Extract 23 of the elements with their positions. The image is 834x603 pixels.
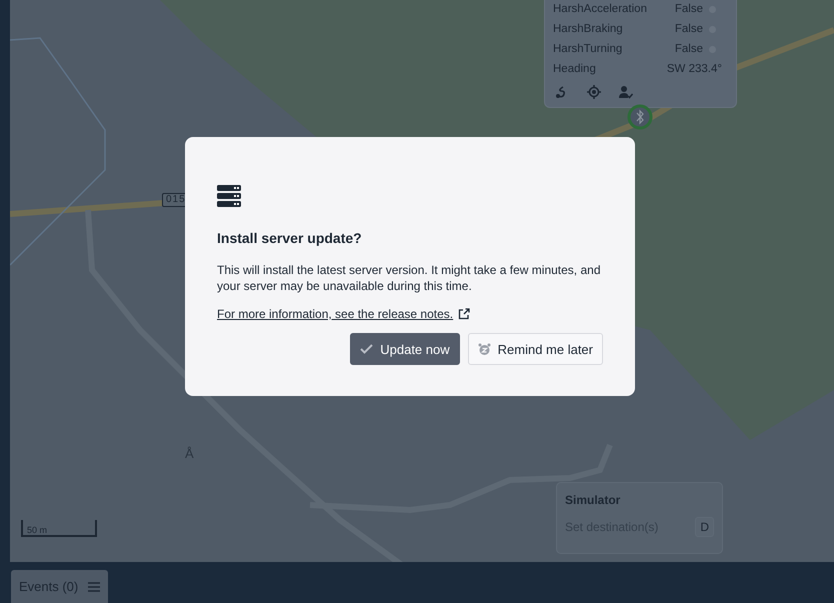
crosshair-icon[interactable] [587,85,601,99]
property-name: HarshBraking [553,23,624,35]
server-icon [217,185,241,207]
user-check-icon[interactable] [619,85,633,99]
property-name: HarshTurning [553,43,624,55]
menu-icon [88,582,100,592]
alarm-clock-icon [478,342,491,356]
update-now-button[interactable]: Update now [350,333,460,365]
dialog-message: This will install the latest server version. It might take a few minutes, and your server may be unavailable during this time. [217,262,602,294]
dialog-title: Install server update? [217,230,362,246]
vehicle-marker-icon[interactable] [627,104,653,130]
property-value: False [674,43,703,55]
panel-title: Simulator [565,493,620,507]
release-notes-link[interactable]: For more information, see the release notes. [217,307,454,321]
property-value: False [674,23,703,35]
property-value: SW 233.4° [666,63,722,75]
shortcut-key: D [695,517,714,537]
external-link-icon [458,308,470,320]
remind-later-button[interactable]: Remind me later [468,333,603,365]
property-value: False [674,3,703,15]
property-name: HarshAcceleration [553,3,648,15]
check-icon [360,344,374,354]
property-name: Heading [553,63,597,75]
